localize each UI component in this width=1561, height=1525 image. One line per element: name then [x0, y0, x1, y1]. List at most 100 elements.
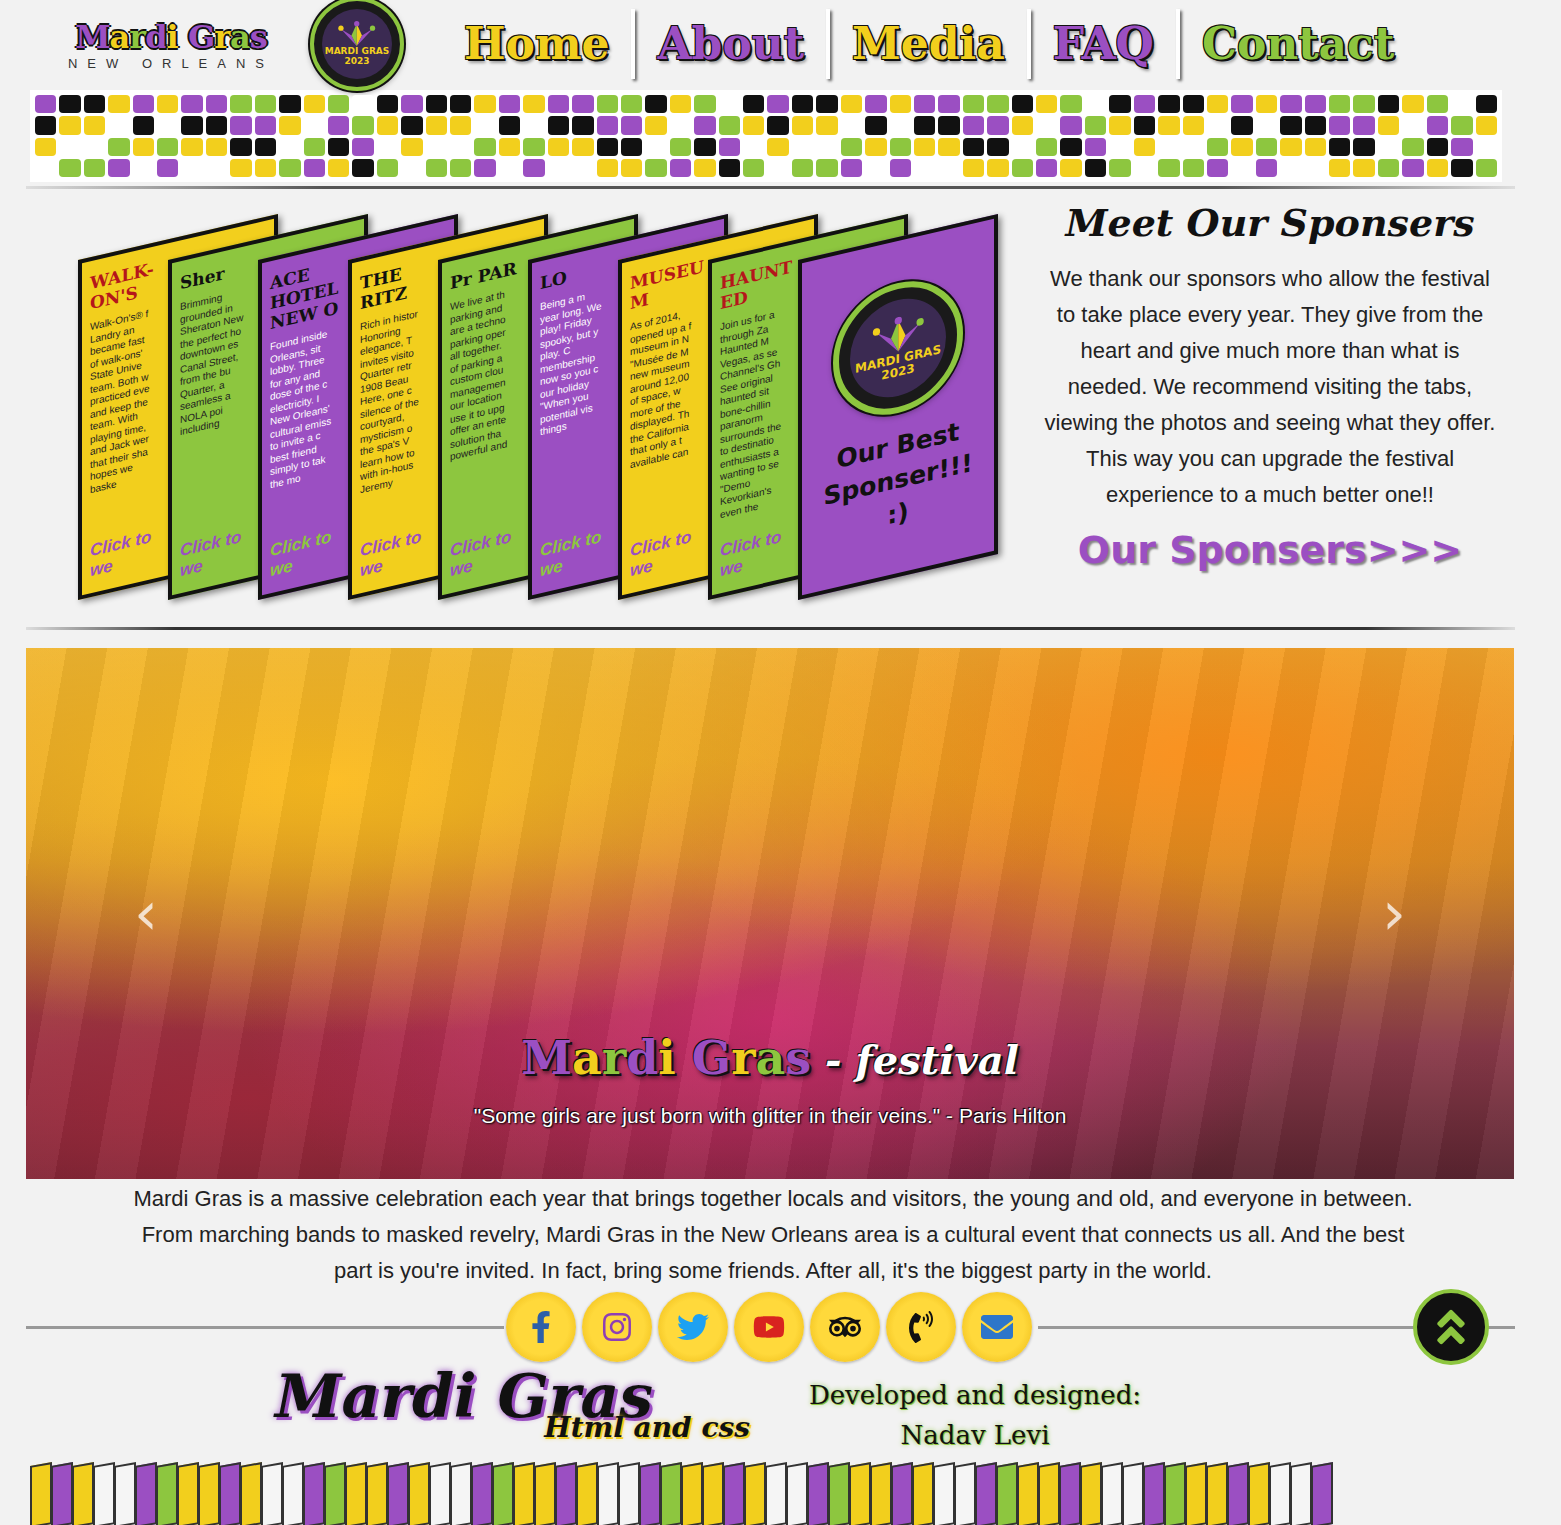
email-link[interactable]	[962, 1292, 1032, 1362]
phone-link[interactable]	[886, 1292, 956, 1362]
mosaic-tile	[1476, 116, 1497, 134]
mosaic-tile	[377, 159, 398, 177]
carousel-prev[interactable]: ‹	[126, 883, 166, 943]
mosaic-tile	[1451, 138, 1472, 156]
mini-card	[954, 1462, 976, 1525]
mosaic-tile	[1353, 159, 1374, 177]
mardi-gras-badge: MARDI GRAS2023	[310, 0, 404, 91]
mosaic-tile	[426, 138, 447, 156]
mosaic-tile	[157, 95, 178, 113]
tripadvisor-link[interactable]	[810, 1292, 880, 1362]
main-nav: HomeAboutMediaFAQContact	[442, 9, 1416, 79]
mosaic-tile	[914, 95, 935, 113]
mosaic-tile	[1207, 138, 1228, 156]
mosaic-tile	[1109, 116, 1130, 134]
mosaic-tile	[230, 95, 251, 113]
mosaic-tile	[523, 159, 544, 177]
mosaic-tile	[1427, 138, 1448, 156]
facebook-icon	[525, 1311, 557, 1343]
mosaic-tile	[1183, 116, 1204, 134]
mini-card	[975, 1462, 997, 1525]
sponsor-card-cta[interactable]: Click towe	[360, 523, 440, 581]
mosaic-tile	[767, 116, 788, 134]
mosaic-tile	[352, 116, 373, 134]
mosaic-tile	[1231, 116, 1252, 134]
mosaic-tile	[1134, 159, 1155, 177]
mini-card	[51, 1462, 73, 1525]
mosaic-tile	[816, 159, 837, 177]
sponsor-card-cta[interactable]: Click towe	[540, 523, 620, 581]
page: Mardi GrasNEW ORLEANS MARDI GRAS2023 HomeA…	[0, 0, 1561, 1525]
sponsor-card-title: WALK-ON'S	[90, 255, 170, 313]
mosaic-tile	[1353, 116, 1374, 134]
mosaic-tile	[59, 159, 80, 177]
mini-card	[1311, 1462, 1333, 1525]
mosaic-tile	[865, 159, 886, 177]
mini-card	[576, 1462, 598, 1525]
mosaic-tile	[572, 95, 593, 113]
mosaic-tile	[938, 116, 959, 134]
mosaic-tile	[523, 116, 544, 134]
mosaic-tile	[1036, 95, 1057, 113]
mosaic-tile	[84, 116, 105, 134]
mosaic-tile	[1085, 116, 1106, 134]
sponsor-card-cta[interactable]: Click towe	[90, 523, 170, 581]
back-to-top-button[interactable]	[1413, 1289, 1489, 1365]
mosaic-tile	[304, 95, 325, 113]
mosaic-tile	[35, 116, 56, 134]
mosaic-tile	[1256, 95, 1277, 113]
mosaic-tile	[230, 138, 251, 156]
youtube-link[interactable]	[734, 1292, 804, 1362]
mini-card	[1227, 1462, 1249, 1525]
facebook-link[interactable]	[506, 1292, 576, 1362]
nav-item[interactable]: Home	[442, 16, 631, 72]
best-sponsor-card[interactable]: MARDI GRAS2023Our Best Sponser!!! :)	[798, 214, 998, 600]
sponsor-card-cta[interactable]: Click towe	[630, 523, 710, 581]
mosaic-tile	[743, 95, 764, 113]
mini-card	[1017, 1462, 1039, 1525]
sponsor-card-cta[interactable]: Click towe	[270, 523, 350, 581]
nav-item[interactable]: Media	[830, 16, 1027, 72]
mosaic-tile	[621, 95, 642, 113]
mosaic-tile	[499, 116, 520, 134]
nav-separator	[631, 9, 635, 79]
mini-card	[849, 1462, 871, 1525]
mosaic-tile	[206, 138, 227, 156]
mosaic-tile	[59, 138, 80, 156]
intro-text: Mardi Gras is a massive celebration each…	[128, 1181, 1418, 1289]
mosaic-tile	[1231, 138, 1252, 156]
mosaic-tile	[987, 159, 1008, 177]
sponsor-card-cta[interactable]: Click towe	[720, 523, 800, 581]
twitter-link[interactable]	[658, 1292, 728, 1362]
mosaic-tile	[279, 116, 300, 134]
mosaic-tile	[1476, 138, 1497, 156]
mini-card	[618, 1462, 640, 1525]
nav-item[interactable]: FAQ	[1031, 16, 1176, 72]
sponsors-link[interactable]: Our Sponsers>>>	[1078, 525, 1462, 575]
mosaic-tile	[816, 116, 837, 134]
mosaic-tile	[963, 95, 984, 113]
mosaic-tile	[1305, 116, 1326, 134]
mosaic-tile	[206, 95, 227, 113]
mosaic-tile	[108, 95, 129, 113]
mosaic-tile	[35, 138, 56, 156]
mosaic-tile	[816, 95, 837, 113]
mosaic-tile	[1451, 159, 1472, 177]
instagram-link[interactable]	[582, 1292, 652, 1362]
mini-card	[366, 1462, 388, 1525]
carousel-next[interactable]: ›	[1374, 883, 1414, 943]
mosaic-tile	[1158, 138, 1179, 156]
mini-card	[1290, 1462, 1312, 1525]
mosaic-tile	[523, 95, 544, 113]
sponsors-title: Meet Our Sponsers	[1065, 193, 1474, 253]
mosaic-tile	[474, 138, 495, 156]
nav-item[interactable]: About	[635, 16, 826, 72]
site-logo[interactable]: Mardi GrasNEW ORLEANS	[48, 18, 294, 71]
mosaic-tile	[767, 95, 788, 113]
nav-item[interactable]: Contact	[1180, 16, 1416, 72]
mosaic-tile	[84, 95, 105, 113]
sponsor-card-cta[interactable]: Click towe	[180, 523, 260, 581]
credits-subtitle: Html and css	[544, 1411, 750, 1445]
mosaic-tile	[670, 138, 691, 156]
sponsor-card-cta[interactable]: Click towe	[450, 523, 530, 581]
